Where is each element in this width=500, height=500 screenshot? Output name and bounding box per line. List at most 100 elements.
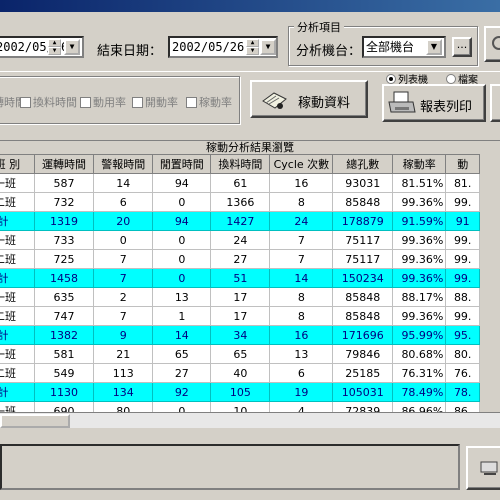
column-header[interactable]: Cycle 次數 bbox=[269, 154, 334, 174]
table-cell[interactable]: 85848 bbox=[332, 287, 394, 307]
table-cell[interactable]: 17 bbox=[210, 306, 271, 326]
table-cell[interactable]: 27 bbox=[152, 363, 212, 383]
table-cell[interactable]: 549 bbox=[33, 363, 95, 383]
table-cell[interactable]: 51 bbox=[210, 268, 271, 288]
table-cell[interactable]: 91.59% bbox=[392, 211, 447, 231]
table-row[interactable]: 第二班725702777511799.36%99. bbox=[0, 249, 480, 269]
table-cell[interactable]: 8 bbox=[269, 192, 334, 212]
table-cell[interactable]: 8 bbox=[269, 306, 334, 326]
checkbox-box[interactable] bbox=[20, 97, 31, 108]
table-cell[interactable]: 0 bbox=[152, 192, 212, 212]
table-cell[interactable]: 75117 bbox=[332, 249, 394, 269]
table-cell[interactable]: 第二班 bbox=[0, 363, 35, 383]
checkbox-availability[interactable]: 稼動率 bbox=[184, 94, 232, 110]
table-cell[interactable]: 99.36% bbox=[392, 249, 447, 269]
start-date-field[interactable]: 2002/05/26 ▲ ▼ ▼ bbox=[0, 36, 84, 58]
table-cell[interactable]: 14 bbox=[93, 173, 154, 193]
table-cell[interactable]: 1427 bbox=[210, 211, 271, 231]
start-date-dropdown-button[interactable]: ▼ bbox=[64, 39, 80, 55]
table-cell[interactable]: 第一班 bbox=[0, 230, 35, 250]
table-row[interactable]: 第一班587149461169303181.51%81. bbox=[0, 173, 480, 193]
table-cell[interactable]: 78. bbox=[445, 382, 480, 402]
table-cell[interactable]: 725 bbox=[33, 249, 95, 269]
table-cell[interactable]: 1130 bbox=[33, 382, 95, 402]
table-cell[interactable]: 2 bbox=[93, 287, 154, 307]
table-cell[interactable]: 16 bbox=[269, 173, 334, 193]
table-cell[interactable]: 88. bbox=[445, 287, 480, 307]
table-cell[interactable]: 99. bbox=[445, 192, 480, 212]
table-cell[interactable]: 小 計 bbox=[0, 211, 35, 231]
end-date-spinner[interactable]: ▲ ▼ bbox=[246, 39, 259, 55]
table-row[interactable]: 第二班747711788584899.36%99. bbox=[0, 306, 480, 326]
table-cell[interactable]: 小 計 bbox=[0, 325, 35, 345]
table-cell[interactable]: 80. bbox=[445, 344, 480, 364]
table-row[interactable]: 第一班733002477511799.36%99. bbox=[0, 230, 480, 250]
table-cell[interactable]: 95. bbox=[445, 325, 480, 345]
radio-dot[interactable] bbox=[386, 74, 396, 84]
table-cell[interactable]: 85848 bbox=[332, 192, 394, 212]
table-cell[interactable]: 8 bbox=[269, 287, 334, 307]
table-cell[interactable]: 105031 bbox=[332, 382, 394, 402]
table-cell[interactable]: 1319 bbox=[33, 211, 95, 231]
table-cell[interactable]: 99.36% bbox=[392, 230, 447, 250]
table-cell[interactable]: 13 bbox=[269, 344, 334, 364]
table-cell[interactable]: 0 bbox=[93, 230, 154, 250]
table-cell[interactable]: 88.17% bbox=[392, 287, 447, 307]
table-cell[interactable]: 24 bbox=[210, 230, 271, 250]
table-cell[interactable]: 7 bbox=[93, 268, 154, 288]
table-cell[interactable]: 81. bbox=[445, 173, 480, 193]
table-cell[interactable]: 99.36% bbox=[392, 192, 447, 212]
exit-button[interactable] bbox=[466, 446, 500, 490]
table-cell[interactable]: 第二班 bbox=[0, 192, 35, 212]
table-cell[interactable]: 6 bbox=[269, 363, 334, 383]
table-cell[interactable]: 7 bbox=[269, 230, 334, 250]
table-cell[interactable]: 40 bbox=[210, 363, 271, 383]
table-cell[interactable]: 99. bbox=[445, 268, 480, 288]
scrollbar-thumb[interactable] bbox=[0, 414, 70, 428]
table-cell[interactable]: 91 bbox=[445, 211, 480, 231]
table-cell[interactable]: 小 計 bbox=[0, 382, 35, 402]
column-header[interactable]: 總孔數 bbox=[332, 154, 394, 174]
table-cell[interactable]: 第一班 bbox=[0, 173, 35, 193]
table-cell[interactable]: 75117 bbox=[332, 230, 394, 250]
table-cell[interactable]: 25185 bbox=[332, 363, 394, 383]
table-cell[interactable]: 1366 bbox=[210, 192, 271, 212]
table-cell[interactable]: 65 bbox=[152, 344, 212, 364]
table-cell[interactable]: 99.36% bbox=[392, 306, 447, 326]
column-header[interactable]: 換料時間 bbox=[210, 154, 271, 174]
table-cell[interactable]: 7 bbox=[93, 306, 154, 326]
table-cell[interactable]: 81.51% bbox=[392, 173, 447, 193]
table-row[interactable]: 第二班549113274062518576.31%76. bbox=[0, 363, 480, 383]
table-cell[interactable]: 732 bbox=[33, 192, 95, 212]
checkbox-box[interactable] bbox=[186, 97, 197, 108]
table-cell[interactable]: 99. bbox=[445, 249, 480, 269]
table-cell[interactable]: 19 bbox=[269, 382, 334, 402]
table-cell[interactable]: 113 bbox=[93, 363, 154, 383]
spin-up-icon[interactable]: ▲ bbox=[48, 39, 61, 47]
table-cell[interactable]: 581 bbox=[33, 344, 95, 364]
spin-down-icon[interactable]: ▼ bbox=[48, 47, 61, 55]
checkbox-operating-rate[interactable]: 開動率 bbox=[130, 94, 178, 110]
table-cell[interactable]: 733 bbox=[33, 230, 95, 250]
table-cell[interactable]: 13 bbox=[152, 287, 212, 307]
table-cell[interactable]: 小 計 bbox=[0, 268, 35, 288]
column-header[interactable]: 動 bbox=[445, 154, 480, 174]
table-cell[interactable]: 99.36% bbox=[392, 268, 447, 288]
table-cell[interactable]: 134 bbox=[93, 382, 154, 402]
table-cell[interactable]: 14 bbox=[269, 268, 334, 288]
column-header[interactable]: 稼動率 bbox=[392, 154, 447, 174]
table-cell[interactable]: 6 bbox=[93, 192, 154, 212]
table-cell[interactable]: 1458 bbox=[33, 268, 95, 288]
table-cell[interactable]: 105 bbox=[210, 382, 271, 402]
table-cell[interactable]: 76.31% bbox=[392, 363, 447, 383]
checkbox-changeover[interactable]: 換料時間 bbox=[18, 94, 77, 110]
table-cell[interactable]: 93031 bbox=[332, 173, 394, 193]
table-cell[interactable]: 0 bbox=[152, 249, 212, 269]
table-cell[interactable]: 76. bbox=[445, 363, 480, 383]
subtotal-row[interactable]: 小 計1319209414272417887991.59%91 bbox=[0, 211, 480, 231]
table-cell[interactable]: 14 bbox=[152, 325, 212, 345]
extra-button[interactable] bbox=[490, 84, 500, 122]
table-cell[interactable]: 17 bbox=[210, 287, 271, 307]
table-cell[interactable]: 94 bbox=[152, 211, 212, 231]
spin-down-icon[interactable]: ▼ bbox=[246, 47, 259, 55]
